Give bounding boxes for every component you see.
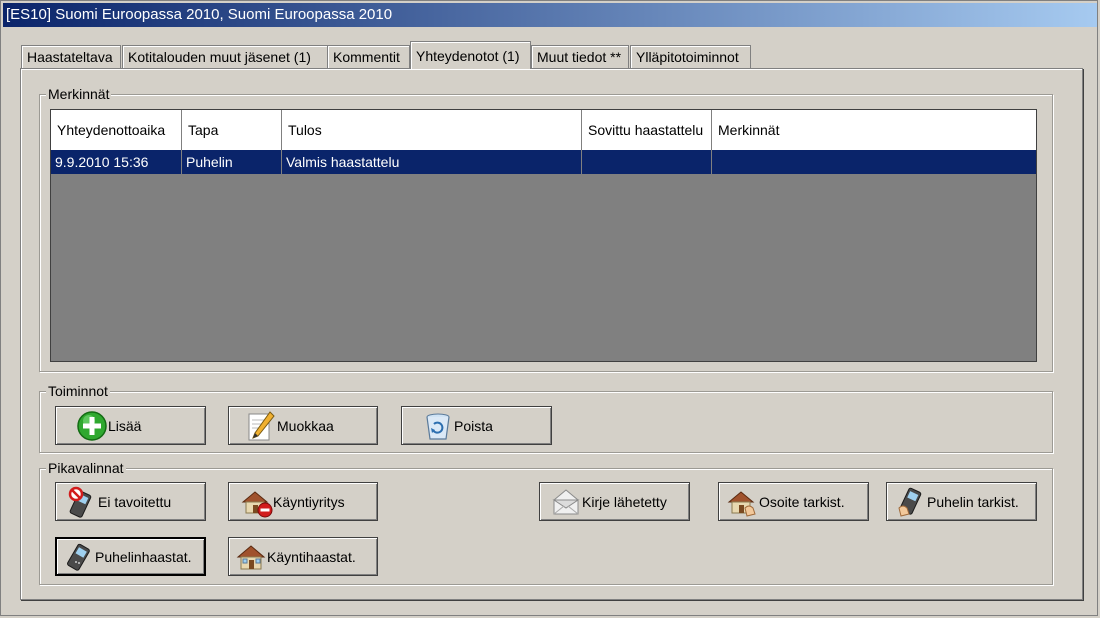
toiminnot-group-label: Toiminnot bbox=[46, 382, 110, 400]
column-header-yhteydenottoaika[interactable]: Yhteydenottoaika bbox=[51, 110, 182, 150]
column-header-tapa[interactable]: Tapa bbox=[182, 110, 282, 150]
tab-yhteydenotot[interactable]: Yhteydenotot (1) bbox=[410, 41, 531, 69]
add-button-label: Lisää bbox=[108, 417, 142, 434]
cell-tapa: Puhelin bbox=[182, 150, 282, 174]
cell-yhteydenottoaika: 9.9.2010 15:36 bbox=[51, 150, 182, 174]
add-button[interactable]: Lisää bbox=[55, 406, 206, 445]
kayntiyritys-button-label: Käyntiyritys bbox=[273, 493, 345, 510]
table-row[interactable]: 9.9.2010 15:36 Puhelin Valmis haastattel… bbox=[51, 150, 1036, 174]
merkinnat-group-label: Merkinnät bbox=[46, 85, 112, 103]
kayntihaastat-button-label: Käyntihaastat. bbox=[267, 548, 356, 565]
house-icon bbox=[235, 541, 267, 573]
osoite-tarkist-button-label: Osoite tarkist. bbox=[759, 493, 845, 510]
cell-merkinnat bbox=[712, 150, 1036, 174]
house-hand-icon bbox=[727, 486, 759, 518]
add-icon bbox=[76, 410, 108, 442]
cell-tulos: Valmis haastattelu bbox=[282, 150, 582, 174]
column-header-sovittu-haastattelu[interactable]: Sovittu haastattelu bbox=[582, 110, 712, 150]
tab-yllapitotoiminnot[interactable]: Ylläpitotoiminnot bbox=[630, 45, 751, 68]
delete-button[interactable]: Poista bbox=[401, 406, 552, 445]
grid-header: Yhteydenottoaika Tapa Tulos Sovittu haas… bbox=[51, 110, 1036, 151]
puhelin-tarkist-button[interactable]: Puhelin tarkist. bbox=[886, 482, 1037, 521]
puhelinhaastat-button-label: Puhelinhaastat. bbox=[95, 548, 192, 565]
puhelin-tarkist-button-label: Puhelin tarkist. bbox=[927, 493, 1019, 510]
edit-button-label: Muokkaa bbox=[277, 417, 334, 434]
phone-missed-icon bbox=[66, 486, 98, 518]
pencil-paper-icon bbox=[245, 410, 277, 442]
puhelinhaastat-button[interactable]: Puhelinhaastat. bbox=[55, 537, 206, 576]
tab-kommentit[interactable]: Kommentit bbox=[327, 45, 410, 68]
envelope-icon bbox=[550, 486, 582, 518]
delete-button-label: Poista bbox=[454, 417, 493, 434]
main-window: [ES10] Suomi Euroopassa 2010, Suomi Euro… bbox=[0, 0, 1098, 616]
tab-haastateltava[interactable]: Haastateltava bbox=[21, 45, 121, 68]
ei-tavoitettu-button[interactable]: Ei tavoitettu bbox=[55, 482, 206, 521]
kirje-lahetetty-button-label: Kirje lähetetty bbox=[582, 493, 667, 510]
phone-hand-icon bbox=[895, 486, 927, 518]
kayntihaastat-button[interactable]: Käyntihaastat. bbox=[228, 537, 378, 576]
tab-kotitalouden-muut-jasenet[interactable]: Kotitalouden muut jäsenet (1) bbox=[122, 45, 346, 68]
mobile-phone-icon bbox=[63, 541, 95, 573]
column-header-merkinnat[interactable]: Merkinnät bbox=[712, 110, 1036, 150]
pikavalinnat-group-label: Pikavalinnat bbox=[46, 459, 126, 477]
edit-button[interactable]: Muokkaa bbox=[228, 406, 378, 445]
recycle-bin-icon bbox=[422, 410, 454, 442]
tab-muut-tiedot[interactable]: Muut tiedot ** bbox=[531, 45, 629, 68]
kirje-lahetetty-button[interactable]: Kirje lähetetty bbox=[539, 482, 690, 521]
column-header-tulos[interactable]: Tulos bbox=[282, 110, 582, 150]
title-bar: [ES10] Suomi Euroopassa 2010, Suomi Euro… bbox=[3, 3, 1097, 27]
house-no-entry-icon bbox=[241, 486, 273, 518]
osoite-tarkist-button[interactable]: Osoite tarkist. bbox=[718, 482, 869, 521]
contacts-grid[interactable]: Yhteydenottoaika Tapa Tulos Sovittu haas… bbox=[50, 109, 1037, 362]
kayntiyritys-button[interactable]: Käyntiyritys bbox=[228, 482, 378, 521]
cell-sovittu-haastattelu bbox=[582, 150, 712, 174]
ei-tavoitettu-button-label: Ei tavoitettu bbox=[98, 493, 172, 510]
